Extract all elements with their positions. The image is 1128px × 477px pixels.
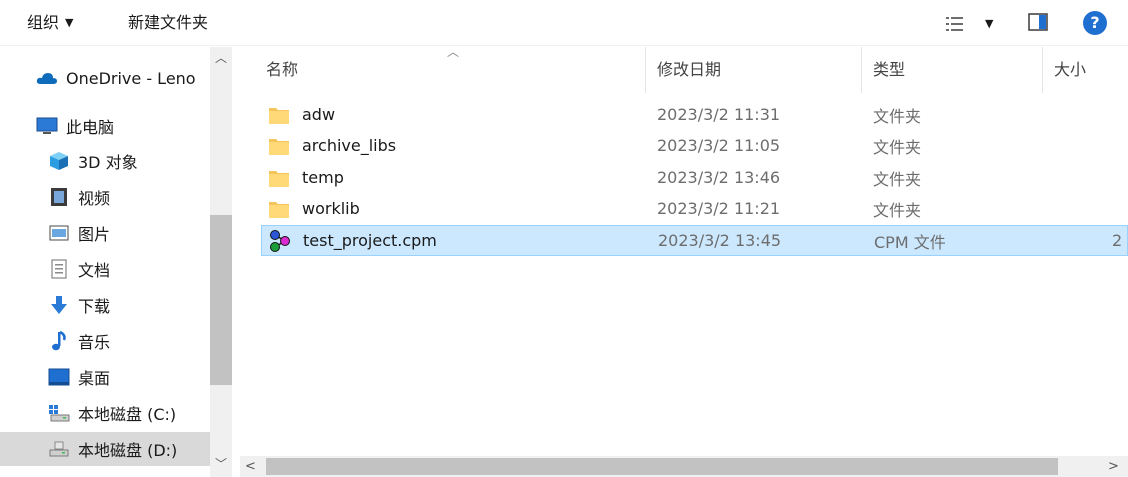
file-row[interactable]: adw 2023/3/2 11:31 文件夹 (261, 99, 1128, 130)
cpm-file-icon (267, 228, 293, 254)
column-divider[interactable] (1042, 47, 1043, 93)
file-type: 文件夹 (873, 137, 922, 157)
horizontal-scrollbar[interactable]: < > (240, 456, 1128, 477)
download-arrow-icon (48, 294, 70, 316)
nav-item-label: 下载 (78, 297, 111, 316)
view-options-button[interactable]: ▼ (945, 13, 1001, 35)
file-date: 2023/3/2 11:21 (657, 199, 781, 218)
drive-c-icon (48, 402, 70, 424)
nav-vertical-scrollbar[interactable]: ︿ ﹀ (210, 47, 232, 477)
column-header-date[interactable]: 修改日期 (657, 47, 721, 93)
chevron-down-icon: ▼ (65, 16, 74, 29)
preview-pane-icon[interactable] (1028, 13, 1048, 31)
nav-item-label: 图片 (78, 225, 111, 244)
nav-item-label: 桌面 (78, 369, 111, 388)
cube-3d-icon (48, 150, 70, 172)
scroll-up-icon[interactable]: ︿ (210, 49, 232, 67)
scroll-down-icon[interactable]: ﹀ (210, 455, 232, 473)
nav-item-label: 3D 对象 (78, 153, 138, 172)
file-row[interactable]: temp 2023/3/2 13:46 文件夹 (261, 162, 1128, 193)
column-divider[interactable] (645, 47, 646, 93)
sort-ascending-icon: ︿ (447, 45, 460, 59)
file-list: ︿ 名称 修改日期 类型 大小 adw 2023/3/2 11:31 文件夹 a… (240, 45, 1128, 477)
folder-icon (266, 196, 292, 222)
file-type: 文件夹 (873, 200, 922, 220)
file-date: 2023/3/2 11:31 (657, 105, 781, 124)
computer-icon (36, 115, 58, 137)
nav-item-label: 文档 (78, 261, 111, 280)
scrollbar-thumb[interactable] (266, 458, 1058, 475)
file-date: 2023/3/2 13:46 (657, 168, 781, 187)
file-name: test_project.cpm (303, 231, 437, 250)
toolbar: 组织 ▼ 新建文件夹 ▼ ? (0, 0, 1128, 46)
nav-item-label: 本地磁盘 (C:) (78, 405, 177, 424)
file-type: 文件夹 (873, 106, 922, 126)
file-date: 2023/3/2 11:05 (657, 136, 781, 155)
document-icon (48, 258, 70, 280)
nav-item-label: 此电脑 (66, 118, 115, 137)
scrollbar-thumb[interactable] (210, 215, 232, 385)
file-row[interactable]: archive_libs 2023/3/2 11:05 文件夹 (261, 130, 1128, 161)
file-size: 2 (1112, 231, 1123, 250)
file-row[interactable]: worklib 2023/3/2 11:21 文件夹 (261, 193, 1128, 224)
drive-icon (48, 438, 70, 460)
details-view-icon (946, 17, 963, 31)
column-divider[interactable] (861, 47, 862, 93)
chevron-down-icon: ▼ (985, 17, 994, 30)
help-icon[interactable]: ? (1083, 11, 1107, 35)
video-icon (48, 186, 70, 208)
nav-item-label: 本地磁盘 (D:) (78, 441, 178, 460)
column-header-type[interactable]: 类型 (873, 47, 905, 93)
column-header-name[interactable]: 名称 (266, 47, 298, 93)
scroll-right-icon[interactable]: > (1108, 456, 1119, 477)
nav-item-label: 音乐 (78, 333, 111, 352)
file-name: archive_libs (302, 136, 397, 155)
folder-icon (266, 102, 292, 128)
file-date: 2023/3/2 13:45 (658, 231, 782, 250)
organize-label: 组织 (27, 13, 60, 32)
file-type: 文件夹 (873, 169, 922, 189)
file-row-selected[interactable]: test_project.cpm 2023/3/2 13:45 CPM 文件 2 (261, 225, 1128, 256)
desktop-icon (48, 366, 70, 388)
cloud-icon (36, 67, 58, 89)
file-name: temp (302, 168, 344, 187)
file-name: worklib (302, 199, 360, 218)
nav-item-label: 视频 (78, 189, 111, 208)
file-name: adw (302, 105, 336, 124)
new-folder-button[interactable]: 新建文件夹 (128, 12, 208, 34)
folder-icon (266, 165, 292, 191)
column-header-size[interactable]: 大小 (1054, 47, 1086, 93)
file-type: CPM 文件 (874, 232, 946, 252)
music-note-icon (48, 330, 70, 352)
picture-icon (48, 222, 70, 244)
folder-icon (266, 133, 292, 159)
scroll-left-icon[interactable]: < (245, 456, 256, 477)
organize-menu-button[interactable]: 组织 ▼ (27, 12, 73, 34)
nav-item-label: OneDrive - Leno (66, 68, 196, 88)
navigation-pane: OneDrive - Leno 此电脑 3D 对象 视频 图片 文档 下载 音乐… (0, 47, 236, 477)
nav-item-drive-d[interactable]: 本地磁盘 (D:) (0, 432, 210, 466)
